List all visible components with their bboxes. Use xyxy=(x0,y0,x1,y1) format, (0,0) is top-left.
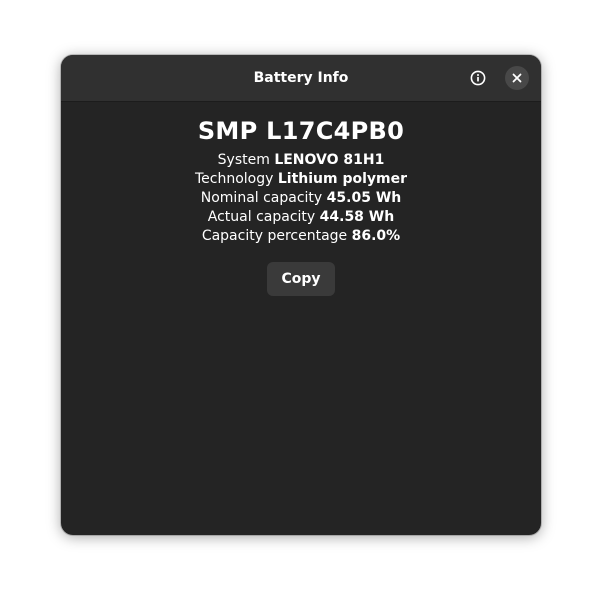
content-area: SMP L17C4PB0 System LENOVO 81H1 Technolo… xyxy=(61,102,541,296)
device-name: SMP L17C4PB0 xyxy=(197,117,405,145)
property-value: 86.0% xyxy=(351,228,401,244)
battery-info-window: Battery Info SMP L17C4PB0 System LENOVO … xyxy=(61,55,541,535)
property-row-system: System LENOVO 81H1 xyxy=(61,151,541,170)
property-value: 45.05 Wh xyxy=(326,190,402,206)
property-value: 44.58 Wh xyxy=(319,209,395,225)
headerbar: Battery Info xyxy=(61,55,541,102)
property-row-capacity-percentage: Capacity percentage 86.0% xyxy=(61,227,541,246)
property-row-technology: Technology Lithium polymer xyxy=(61,170,541,189)
property-label: Capacity percentage xyxy=(201,228,348,244)
property-row-nominal-capacity: Nominal capacity 45.05 Wh xyxy=(61,189,541,208)
info-button[interactable] xyxy=(466,66,490,90)
close-icon xyxy=(512,73,522,83)
close-button[interactable] xyxy=(505,66,529,90)
property-label: Technology xyxy=(194,171,274,187)
properties-list: System LENOVO 81H1 Technology Lithium po… xyxy=(61,151,541,246)
property-label: System xyxy=(217,152,270,168)
info-icon xyxy=(470,70,486,86)
copy-button[interactable]: Copy xyxy=(267,262,335,296)
property-value: LENOVO 81H1 xyxy=(274,152,385,168)
property-label: Nominal capacity xyxy=(200,190,323,206)
property-label: Actual capacity xyxy=(207,209,316,225)
property-row-actual-capacity: Actual capacity 44.58 Wh xyxy=(61,208,541,227)
property-value: Lithium polymer xyxy=(277,171,408,187)
